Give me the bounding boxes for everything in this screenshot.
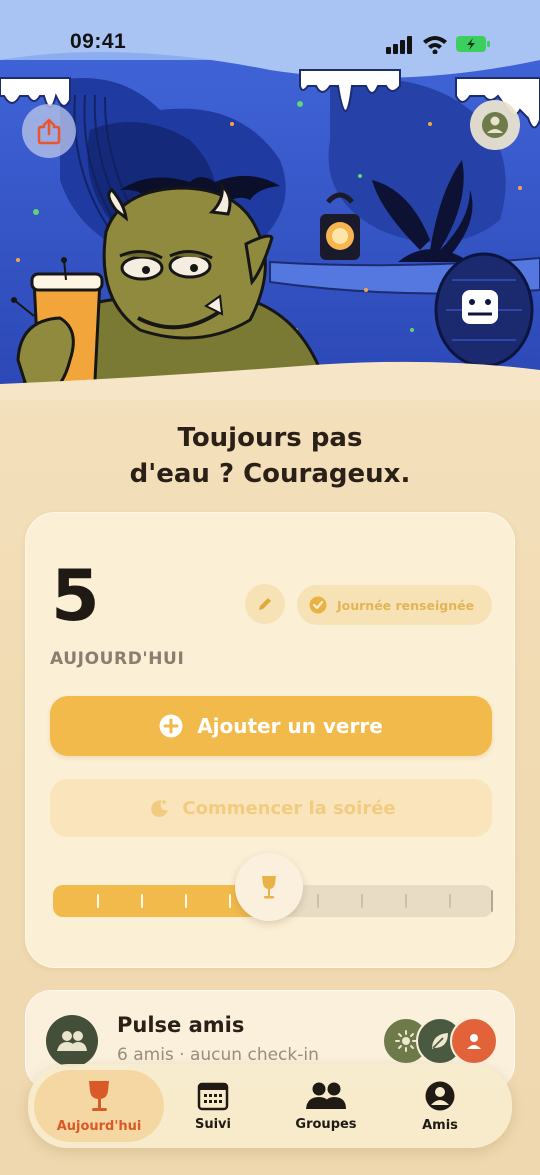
- headline-line-1: Toujours pas: [177, 423, 363, 453]
- pulse-group-icon-badge: [46, 1015, 98, 1067]
- slider-tick: [185, 894, 187, 908]
- tab-label: Amis: [422, 1117, 458, 1133]
- friend-avatars: [382, 1017, 502, 1065]
- tab-groupes[interactable]: Groupes: [278, 1070, 374, 1142]
- status-bar: 09:41: [0, 28, 540, 62]
- slider-tick: [97, 894, 99, 908]
- start-evening-button[interactable]: Commencer la soirée: [50, 779, 492, 837]
- day-status-text: Journée renseignée: [337, 597, 475, 613]
- start-evening-label: Commencer la soirée: [182, 797, 396, 819]
- intake-slider[interactable]: [53, 853, 493, 921]
- tab-label: Groupes: [295, 1116, 357, 1132]
- wine-glass-icon: [89, 1080, 109, 1111]
- slider-tick: [449, 894, 451, 908]
- group-icon: [306, 1082, 346, 1109]
- slider-tick: [317, 894, 319, 908]
- drink-count: 5: [51, 555, 100, 637]
- share-button[interactable]: [22, 104, 76, 158]
- today-card: 5 AUJOURD'HUI Journée renseignée Ajouter…: [25, 512, 515, 968]
- profile-button[interactable]: [470, 100, 520, 150]
- cellular-signal-icon: [386, 36, 412, 54]
- pulse-title: Pulse amis: [117, 1013, 245, 1037]
- edit-button[interactable]: [245, 584, 285, 624]
- check-circle-icon: [309, 596, 327, 614]
- wifi-icon: [423, 36, 447, 54]
- tab-label: Suivi: [194, 1116, 231, 1132]
- tab-suivi[interactable]: Suivi: [168, 1070, 258, 1142]
- hero-illustration: 09:41: [0, 0, 540, 400]
- status-time: 09:41: [70, 30, 127, 53]
- plus-circle-icon: [159, 714, 183, 738]
- headline: Toujours pas d'eau ? Courageux.: [60, 420, 480, 492]
- tab-label: Aujourd'hui: [56, 1118, 142, 1134]
- tab-amis[interactable]: Amis: [400, 1070, 480, 1142]
- day-status-badge: Journée renseignée: [297, 585, 492, 625]
- pulse-subtitle: 6 amis · aucun check-in: [117, 1045, 319, 1065]
- avatar-person: [450, 1017, 498, 1065]
- slider-tick: [229, 894, 231, 908]
- sun-icon: [395, 1030, 417, 1052]
- slider-tick: [405, 894, 407, 908]
- pencil-icon: [259, 598, 271, 610]
- tab-aujourdhui[interactable]: Aujourd'hui: [34, 1070, 164, 1142]
- moon-stars-icon: [151, 799, 169, 817]
- add-drink-label: Ajouter un verre: [197, 714, 383, 738]
- profile-icon: [482, 112, 508, 138]
- slider-tick: [141, 894, 143, 908]
- add-drink-button[interactable]: Ajouter un verre: [50, 696, 492, 756]
- app-screen: 09:41 Toujours pas d'eau ? Courageux. 5 …: [0, 0, 540, 1175]
- slider-tick: [491, 890, 493, 912]
- group-icon: [57, 1031, 87, 1051]
- headline-line-2: d'eau ? Courageux.: [129, 459, 411, 489]
- tab-bar: Aujourd'hui Suivi Groupes Amis: [28, 1064, 512, 1148]
- person-icon: [467, 1034, 481, 1049]
- leaf-icon: [432, 1033, 448, 1049]
- wine-glass-icon: [262, 876, 276, 899]
- slider-knob[interactable]: [235, 853, 303, 921]
- calendar-icon: [197, 1082, 229, 1110]
- battery-icon: [456, 36, 490, 52]
- share-icon: [37, 118, 61, 145]
- slider-tick: [361, 894, 363, 908]
- person-circle-icon: [425, 1081, 455, 1110]
- today-label: AUJOURD'HUI: [50, 649, 185, 669]
